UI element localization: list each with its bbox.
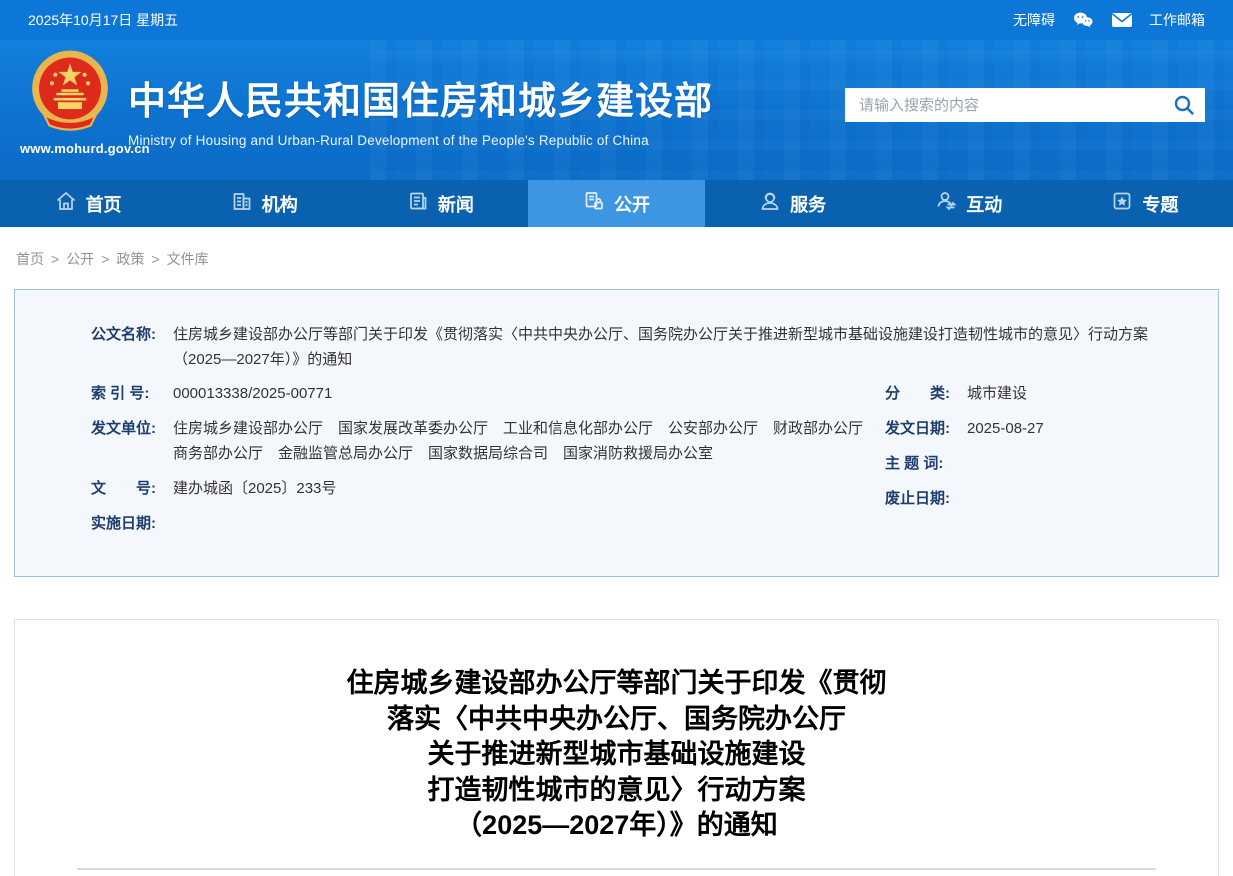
breadcrumb: 首页>公开>政策>文件库 [0, 227, 1233, 289]
nav-item-topics[interactable]: 专题 [1057, 180, 1233, 227]
meta-row-abolition-date: 废止日期: [885, 486, 1152, 511]
nav-item-organization[interactable]: 机构 [176, 180, 352, 227]
meta-row-category: 分 类: 城市建设 [885, 381, 1152, 406]
site-title: 中华人民共和国住房和城乡建设部 [128, 82, 713, 124]
search-icon[interactable] [1173, 94, 1195, 116]
national-emblem-icon [27, 121, 113, 138]
meta-row-issuing-unit: 发文单位: 住房城乡建设部办公厅 国家发展改革委办公厅 工业和信息化部办公厅 公… [91, 416, 881, 466]
document-metadata-box: 公文名称: 住房城乡建设部办公厅等部门关于印发《贯彻落实〈中共中央办公厅、国务院… [14, 289, 1219, 577]
nav-item-interaction[interactable]: 互动 [881, 180, 1057, 227]
topbar: 2025年10月17日 星期五 无障碍 工作邮箱 [0, 0, 1233, 40]
envelope-icon[interactable] [1111, 12, 1133, 28]
interact-icon [935, 190, 957, 217]
doc-name-value: 住房城乡建设部办公厅等部门关于印发《贯彻落实〈中共中央办公厅、国务院办公厅关于推… [173, 322, 1152, 372]
home-icon [55, 190, 77, 217]
breadcrumb-library[interactable]: 文件库 [167, 251, 209, 267]
search-input[interactable] [859, 97, 1173, 114]
disclosure-icon [583, 190, 605, 217]
site-url: www.mohurd.gov.cn [20, 141, 120, 156]
search-box [845, 88, 1205, 122]
site-title-english: Ministry of Housing and Urban-Rural Deve… [128, 133, 713, 148]
nav-item-home[interactable]: 首页 [0, 180, 176, 227]
meta-row-doc-name: 公文名称: 住房城乡建设部办公厅等部门关于印发《贯彻落实〈中共中央办公厅、国务院… [91, 322, 1152, 372]
meta-row-issue-date: 发文日期: 2025-08-27 [885, 416, 1152, 441]
page: 2025年10月17日 星期五 无障碍 工作邮箱 [0, 0, 1233, 876]
breadcrumb-home[interactable]: 首页 [16, 251, 44, 267]
site-header: www.mohurd.gov.cn 中华人民共和国住房和城乡建设部 Minist… [0, 40, 1233, 180]
nav-item-services[interactable]: 服务 [705, 180, 881, 227]
breadcrumb-disclosure[interactable]: 公开 [66, 251, 94, 267]
main-nav: 首页 机构 新闻 公开 服务 互动 专题 [0, 180, 1233, 227]
site-logo[interactable]: www.mohurd.gov.cn [20, 48, 120, 156]
nav-item-disclosure[interactable]: 公开 [528, 180, 704, 227]
divider [77, 868, 1156, 870]
nav-item-news[interactable]: 新闻 [352, 180, 528, 227]
meta-row-subject-words: 主 题 词: [885, 451, 1152, 476]
breadcrumb-policy[interactable]: 政策 [116, 251, 144, 267]
topic-icon [1111, 190, 1133, 217]
wechat-icon[interactable] [1071, 8, 1095, 32]
meta-row-index-number: 索 引 号: 000013338/2025-00771 [91, 381, 881, 406]
document-title: 住房城乡建设部办公厅等部门关于印发《贯彻 落实〈中共中央办公厅、国务院办公厅 关… [75, 666, 1158, 844]
current-date: 2025年10月17日 星期五 [28, 10, 178, 30]
doc-name-label: 公文名称: [91, 322, 163, 372]
service-icon [759, 190, 781, 217]
work-email-link[interactable]: 工作邮箱 [1149, 10, 1205, 30]
article-box: 住房城乡建设部办公厅等部门关于印发《贯彻 落实〈中共中央办公厅、国务院办公厅 关… [14, 619, 1219, 876]
meta-row-doc-number: 文 号: 建办城函〔2025〕233号 [91, 476, 881, 501]
meta-row-implementation-date: 实施日期: [91, 511, 881, 536]
news-icon [407, 190, 429, 217]
accessibility-link[interactable]: 无障碍 [1013, 10, 1055, 30]
org-icon [231, 190, 253, 217]
